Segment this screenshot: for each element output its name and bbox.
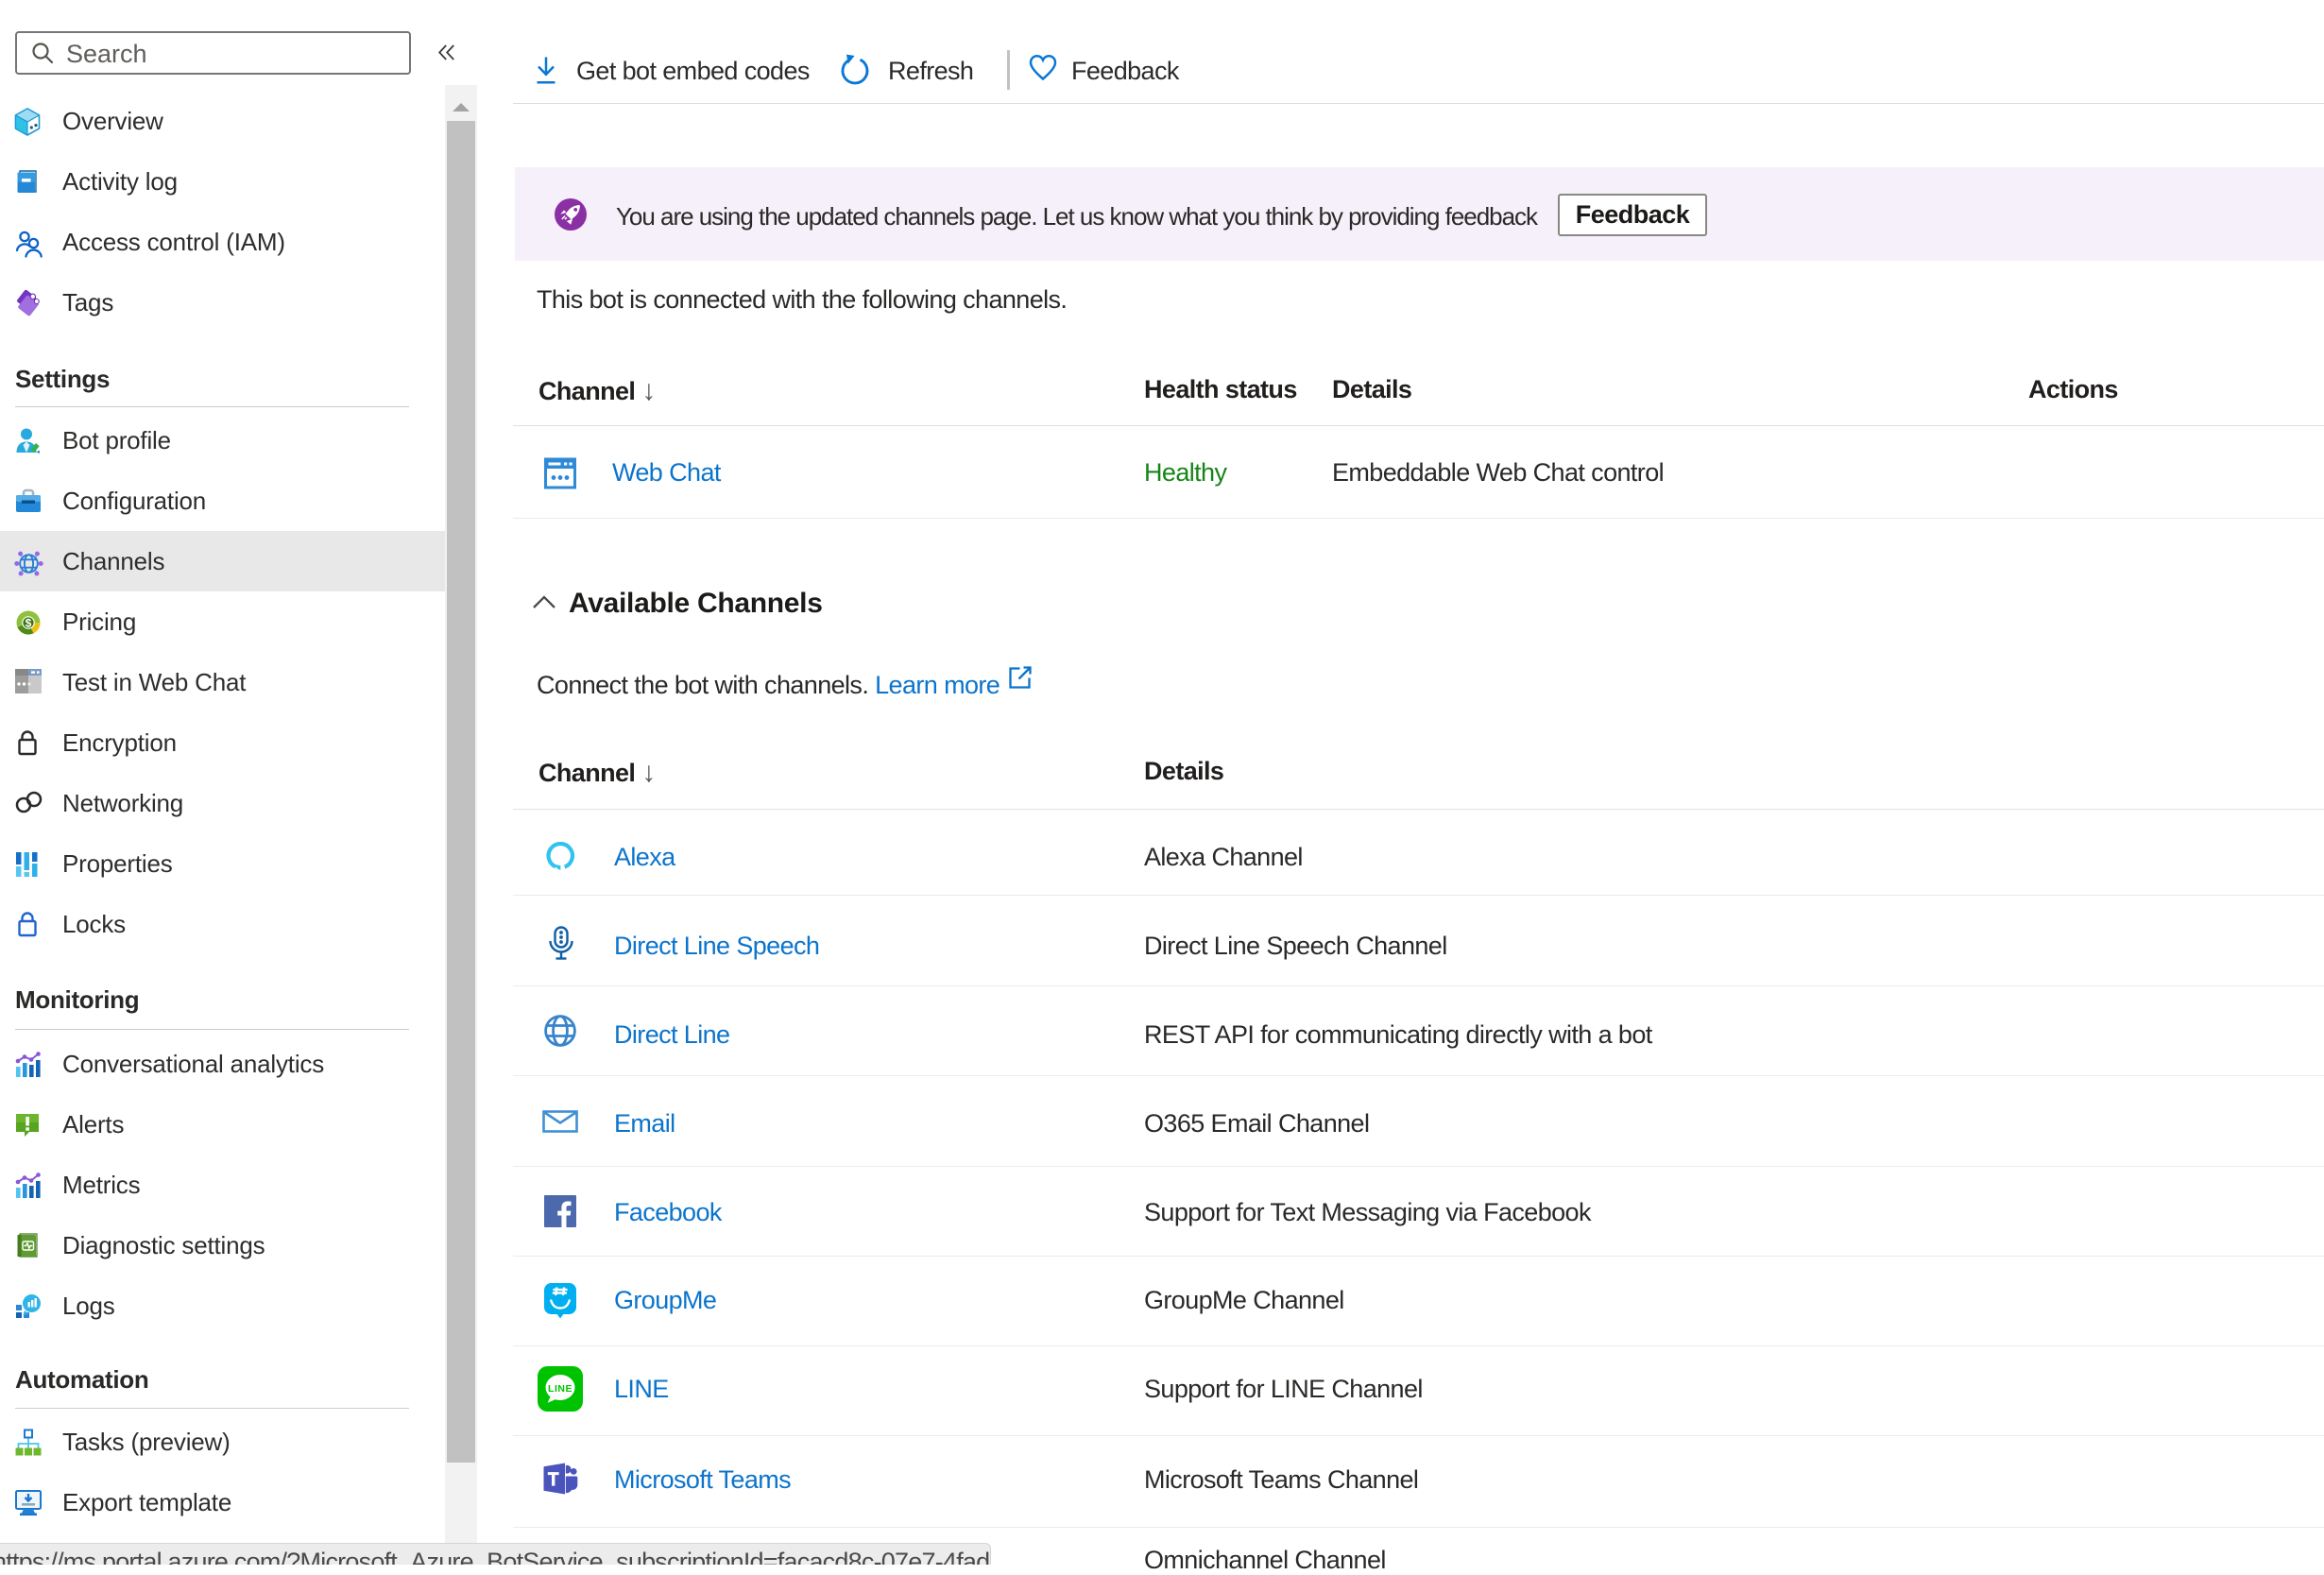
svg-text:LINE: LINE <box>548 1383 572 1395</box>
svg-text:$: $ <box>26 616 32 629</box>
